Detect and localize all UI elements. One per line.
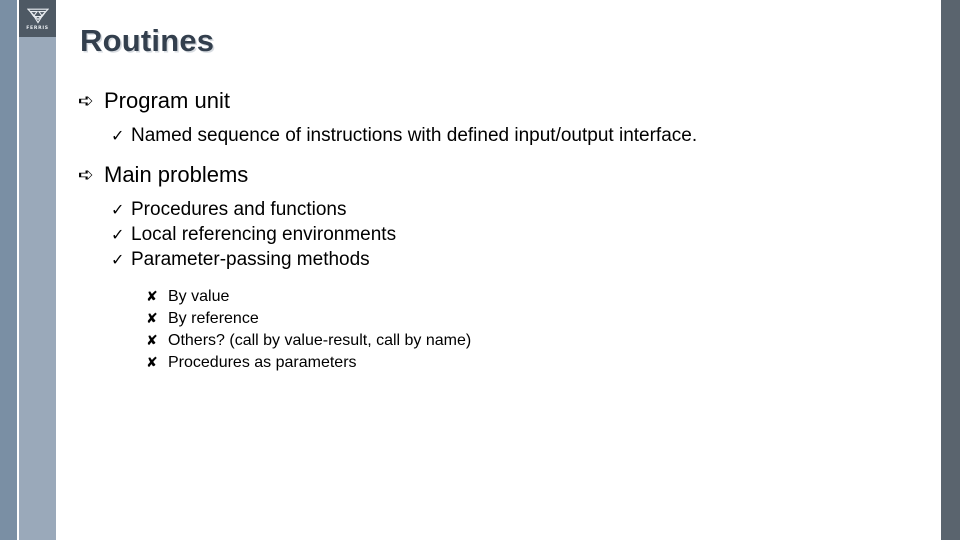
bullet-level2-named-sequence: ✓ Named sequence of instructions with de… [111, 125, 938, 147]
organization-logo: FERRIS [19, 0, 56, 37]
bullet-level2-parameter-passing-methods: ✓ Parameter-passing methods [111, 249, 938, 271]
cross-bullet-icon: ✘ [146, 332, 158, 348]
cross-bullet-icon: ✘ [146, 288, 158, 304]
check-bullet-icon: ✓ [111, 227, 125, 244]
bullet-level1-label: Main problems [104, 162, 249, 187]
bullet-level2-local-referencing-environments: ✓ Local referencing environments [111, 224, 938, 246]
bullet-level3-label: By reference [168, 310, 259, 327]
bullet-level1-program-unit: ➪ Program unit [78, 88, 938, 114]
left-accent-bar-light [19, 0, 56, 540]
check-bullet-icon: ✓ [111, 202, 125, 219]
cross-bullet-icon: ✘ [146, 354, 158, 370]
check-bullet-icon: ✓ [111, 252, 125, 269]
bullet-level2-label: Parameter-passing methods [131, 249, 370, 270]
bullet-level2-procedures-and-functions: ✓ Procedures and functions [111, 199, 938, 221]
bullet-level1-main-problems: ➪ Main problems [78, 162, 938, 188]
bullet-level2-label: Procedures and functions [131, 199, 347, 220]
bullet-level2-label: Local referencing environments [131, 224, 397, 245]
slide-canvas: FERRIS Routines ➪ Program unit ✓ Named s… [0, 0, 960, 540]
bullet-level2-label: Named sequence of instructions with defi… [131, 125, 698, 146]
page-title: Routines [80, 23, 215, 58]
logo-caption: FERRIS [26, 25, 49, 31]
check-bullet-icon: ✓ [111, 128, 125, 145]
triangle-chevron-emblem-icon [26, 8, 49, 26]
bullet-level3-label: Procedures as parameters [168, 354, 357, 371]
arrow-bullet-icon: ➪ [78, 165, 94, 186]
right-accent-bar [941, 0, 960, 540]
bullet-level3-by-reference: ✘ By reference [146, 310, 938, 328]
left-accent-bar-dark [0, 0, 17, 540]
bullet-level3-label: Others? (call by value-result, call by n… [168, 332, 472, 349]
arrow-bullet-icon: ➪ [78, 91, 94, 112]
cross-bullet-icon: ✘ [146, 310, 158, 326]
bullet-level3-procedures-as-parameters: ✘ Procedures as parameters [146, 354, 938, 372]
bullet-level3-by-value: ✘ By value [146, 288, 938, 306]
bullet-level1-label: Program unit [104, 88, 230, 113]
bullet-level3-others: ✘ Others? (call by value-result, call by… [146, 332, 938, 350]
bullet-level3-label: By value [168, 288, 230, 305]
slide-body: ➪ Program unit ✓ Named sequence of instr… [78, 88, 938, 376]
